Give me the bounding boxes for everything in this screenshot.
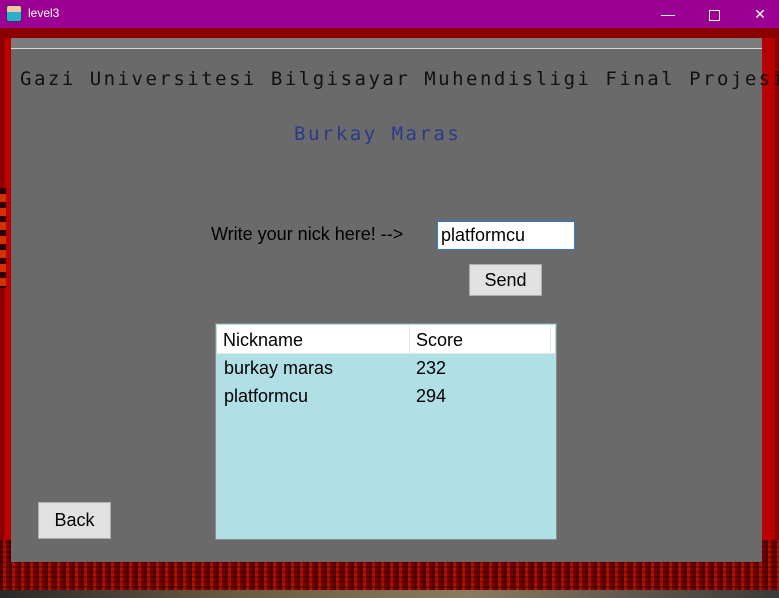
column-header-nickname[interactable]: Nickname [217,325,410,353]
close-button[interactable]: ✕ [737,0,779,28]
score-table[interactable]: Nickname Score burkay maras 232 platform… [215,323,557,540]
table-header: Nickname Score [217,325,555,354]
window-title: level3 [28,6,60,20]
window-titlebar[interactable]: level3 — ✕ [0,0,779,28]
background-bottom-strip [0,590,779,598]
app-icon [6,5,22,22]
background-left-strip [0,188,6,288]
page-title: Gazi Universitesi Bilgisayar Muhendislig… [20,68,779,90]
nick-label: Write your nick here! --> [211,224,404,244]
maximize-button[interactable] [691,0,737,28]
row-score: 294 [416,386,447,406]
minimize-icon: — [661,6,675,22]
row-score: 232 [416,358,447,378]
maximize-icon [708,9,720,21]
row-nickname: burkay maras [224,358,334,378]
table-row[interactable]: burkay maras 232 [217,354,555,382]
minimize-button[interactable]: — [645,0,691,28]
close-icon: ✕ [754,6,766,22]
send-button[interactable]: Send [469,264,542,296]
table-row[interactable]: platformcu 294 [217,382,555,410]
panel-top-bar [11,38,762,49]
nick-input[interactable] [437,221,575,250]
column-header-score[interactable]: Score [410,325,551,353]
row-nickname: platformcu [224,386,309,406]
author-name: Burkay Maras [294,123,462,145]
back-button[interactable]: Back [38,502,111,539]
